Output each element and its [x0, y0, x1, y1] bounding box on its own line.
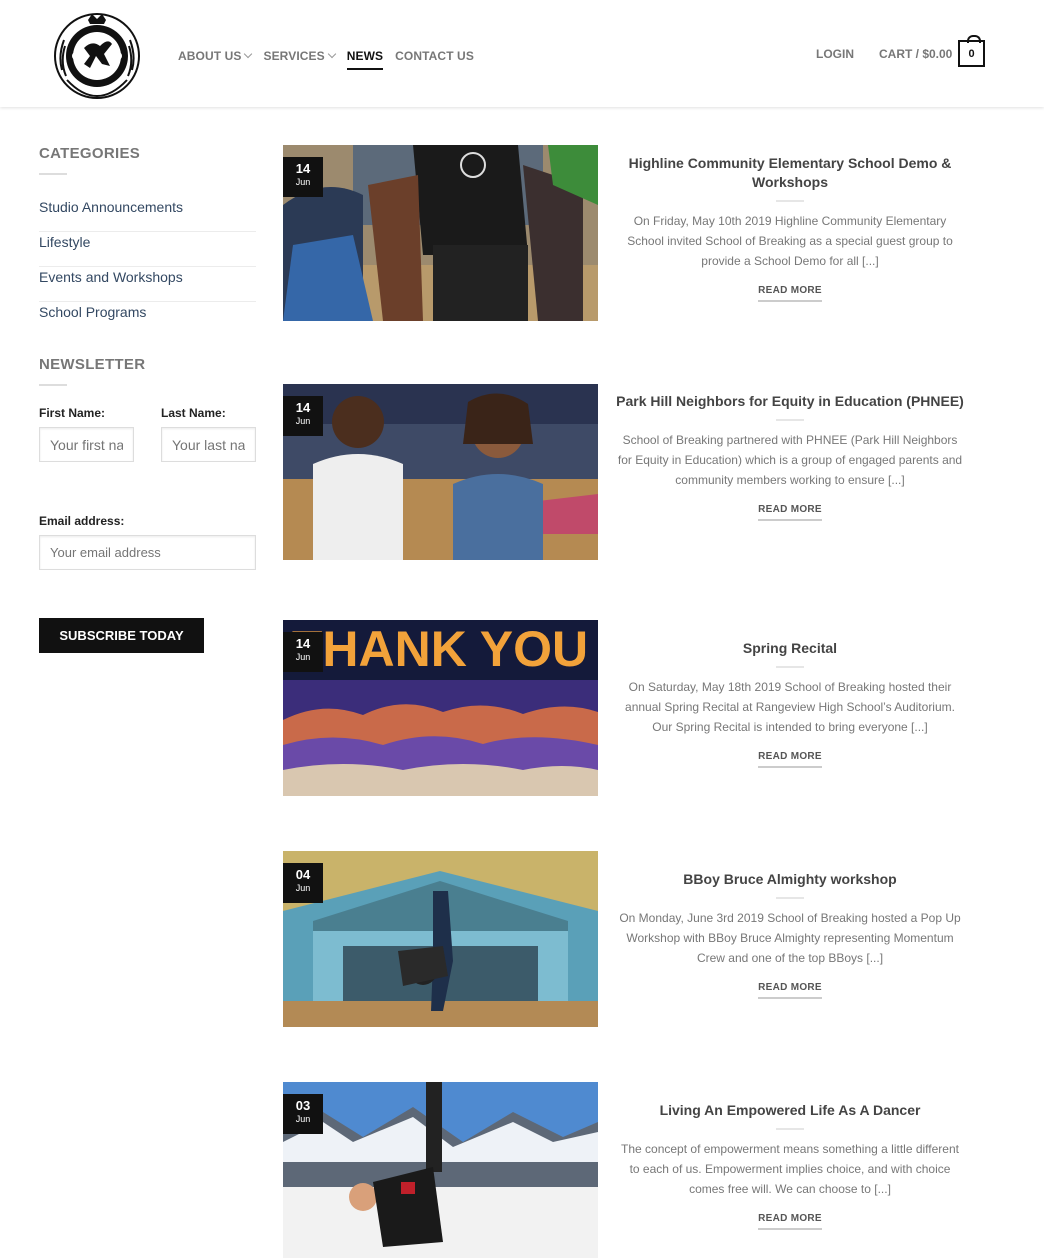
nav-about-us-label: ABOUT US [178, 49, 242, 63]
school-logo[interactable] [52, 10, 142, 100]
title-divider [776, 1128, 804, 1130]
last-name-group: Last Name: [161, 406, 256, 462]
cart-count-badge[interactable]: 0 [958, 35, 985, 67]
email-input[interactable] [39, 535, 256, 570]
last-name-label: Last Name: [161, 406, 226, 420]
post-card: 03 Jun Living An Empowered Life As A Dan… [283, 1082, 983, 1258]
read-more-link[interactable]: READ MORE [758, 751, 822, 768]
categories-title: CATEGORIES [39, 145, 141, 162]
first-name-group: First Name: [39, 406, 134, 462]
read-more-link[interactable]: READ MORE [758, 285, 822, 302]
title-divider [776, 897, 804, 899]
newsletter-widget: NEWSLETTER First Name: Last Name: Email … [39, 356, 256, 653]
nav-news-label: NEWS [346, 49, 384, 63]
category-events-and-workshops[interactable]: Events and Workshops [39, 267, 256, 302]
nav-contact-us-label: CONTACT US [395, 49, 474, 63]
date-day: 04 [295, 867, 311, 882]
read-more-link[interactable]: READ MORE [758, 1213, 822, 1230]
category-school-programs[interactable]: School Programs [39, 302, 256, 337]
read-more-link[interactable]: READ MORE [758, 982, 822, 999]
category-lifestyle[interactable]: Lifestyle [39, 232, 256, 267]
nav-services[interactable]: SERVICES [263, 46, 336, 66]
date-badge: 04 Jun [283, 863, 323, 903]
nav-contact-us[interactable]: CONTACT US [395, 46, 474, 66]
sidebar: CATEGORIES Studio Announcements Lifestyl… [39, 145, 256, 653]
post-thumbnail[interactable]: THANK YOU [283, 620, 598, 796]
title-divider [776, 419, 804, 421]
date-month: Jun [295, 1114, 311, 1124]
nav-about-us[interactable]: ABOUT US [178, 46, 253, 66]
category-studio-announcements[interactable]: Studio Announcements [39, 197, 256, 232]
post-thumbnail[interactable] [283, 145, 598, 321]
title-divider [776, 666, 804, 668]
post-excerpt: The concept of empowerment means somethi… [621, 1142, 959, 1196]
title-divider [776, 200, 804, 202]
email-group: Email address: [39, 514, 256, 570]
post-text: Highline Community Elementary School Dem… [615, 154, 965, 302]
post-excerpt: On Saturday, May 18th 2019 School of Bre… [625, 680, 955, 734]
cart-link[interactable]: CART / $0.00 [879, 47, 952, 61]
date-month: Jun [295, 416, 311, 426]
post-title[interactable]: Highline Community Elementary School Dem… [615, 154, 965, 192]
date-day: 14 [295, 636, 311, 651]
post-text: BBoy Bruce Almighty workshop On Monday, … [615, 870, 965, 999]
post-title[interactable]: Park Hill Neighbors for Equity in Educat… [615, 392, 965, 411]
post-card: 14 Jun Highline Community Elementary Sch… [283, 145, 983, 321]
site-header: ABOUT US SERVICES NEWS CONTACT US LOGIN … [0, 0, 1044, 107]
post-excerpt: On Monday, June 3rd 2019 School of Break… [619, 911, 961, 965]
chevron-down-icon [244, 49, 253, 59]
newsletter-title: NEWSLETTER [39, 356, 146, 373]
date-month: Jun [295, 177, 311, 187]
name-fields: First Name: Last Name: [39, 406, 256, 462]
date-day: 14 [295, 161, 311, 176]
email-label: Email address: [39, 514, 125, 528]
thank-you-text: THANK YOU [292, 621, 588, 677]
post-excerpt: On Friday, May 10th 2019 Highline Commun… [627, 214, 953, 268]
categories-list: Studio Announcements Lifestyle Events an… [39, 197, 256, 337]
first-name-input[interactable] [39, 427, 134, 462]
main-nav: ABOUT US SERVICES NEWS CONTACT US [178, 46, 486, 70]
first-name-label: First Name: [39, 406, 106, 420]
login-link[interactable]: LOGIN [816, 47, 854, 61]
post-thumbnail[interactable] [283, 1082, 598, 1258]
post-text: Park Hill Neighbors for Equity in Educat… [615, 392, 965, 521]
post-excerpt: School of Breaking partnered with PHNEE … [617, 433, 963, 487]
date-month: Jun [295, 652, 311, 662]
title-divider [39, 173, 67, 175]
chevron-down-icon [327, 49, 336, 59]
nav-news[interactable]: NEWS [346, 46, 384, 70]
post-text: Living An Empowered Life As A Dancer The… [615, 1101, 965, 1230]
nav-services-label: SERVICES [263, 49, 325, 63]
post-title[interactable]: Living An Empowered Life As A Dancer [615, 1101, 965, 1120]
post-card: THANK YOU 14 Jun Spring Recital On Satur… [283, 620, 983, 796]
last-name-input[interactable] [161, 427, 256, 462]
date-badge: 03 Jun [283, 1094, 323, 1134]
date-badge: 14 Jun [283, 396, 323, 436]
post-title[interactable]: BBoy Bruce Almighty workshop [615, 870, 965, 889]
date-badge: 14 Jun [283, 632, 323, 672]
post-text: Spring Recital On Saturday, May 18th 201… [615, 639, 965, 768]
title-divider [39, 384, 67, 386]
date-badge: 14 Jun [283, 157, 323, 197]
subscribe-button[interactable]: SUBSCRIBE TODAY [39, 618, 204, 653]
date-day: 14 [295, 400, 311, 415]
read-more-link[interactable]: READ MORE [758, 504, 822, 521]
date-day: 03 [295, 1098, 311, 1113]
date-month: Jun [295, 883, 311, 893]
post-thumbnail[interactable] [283, 851, 598, 1027]
post-thumbnail[interactable] [283, 384, 598, 560]
post-card: 14 Jun Park Hill Neighbors for Equity in… [283, 384, 983, 560]
post-card: 04 Jun BBoy Bruce Almighty workshop On M… [283, 851, 983, 1027]
post-title[interactable]: Spring Recital [615, 639, 965, 658]
